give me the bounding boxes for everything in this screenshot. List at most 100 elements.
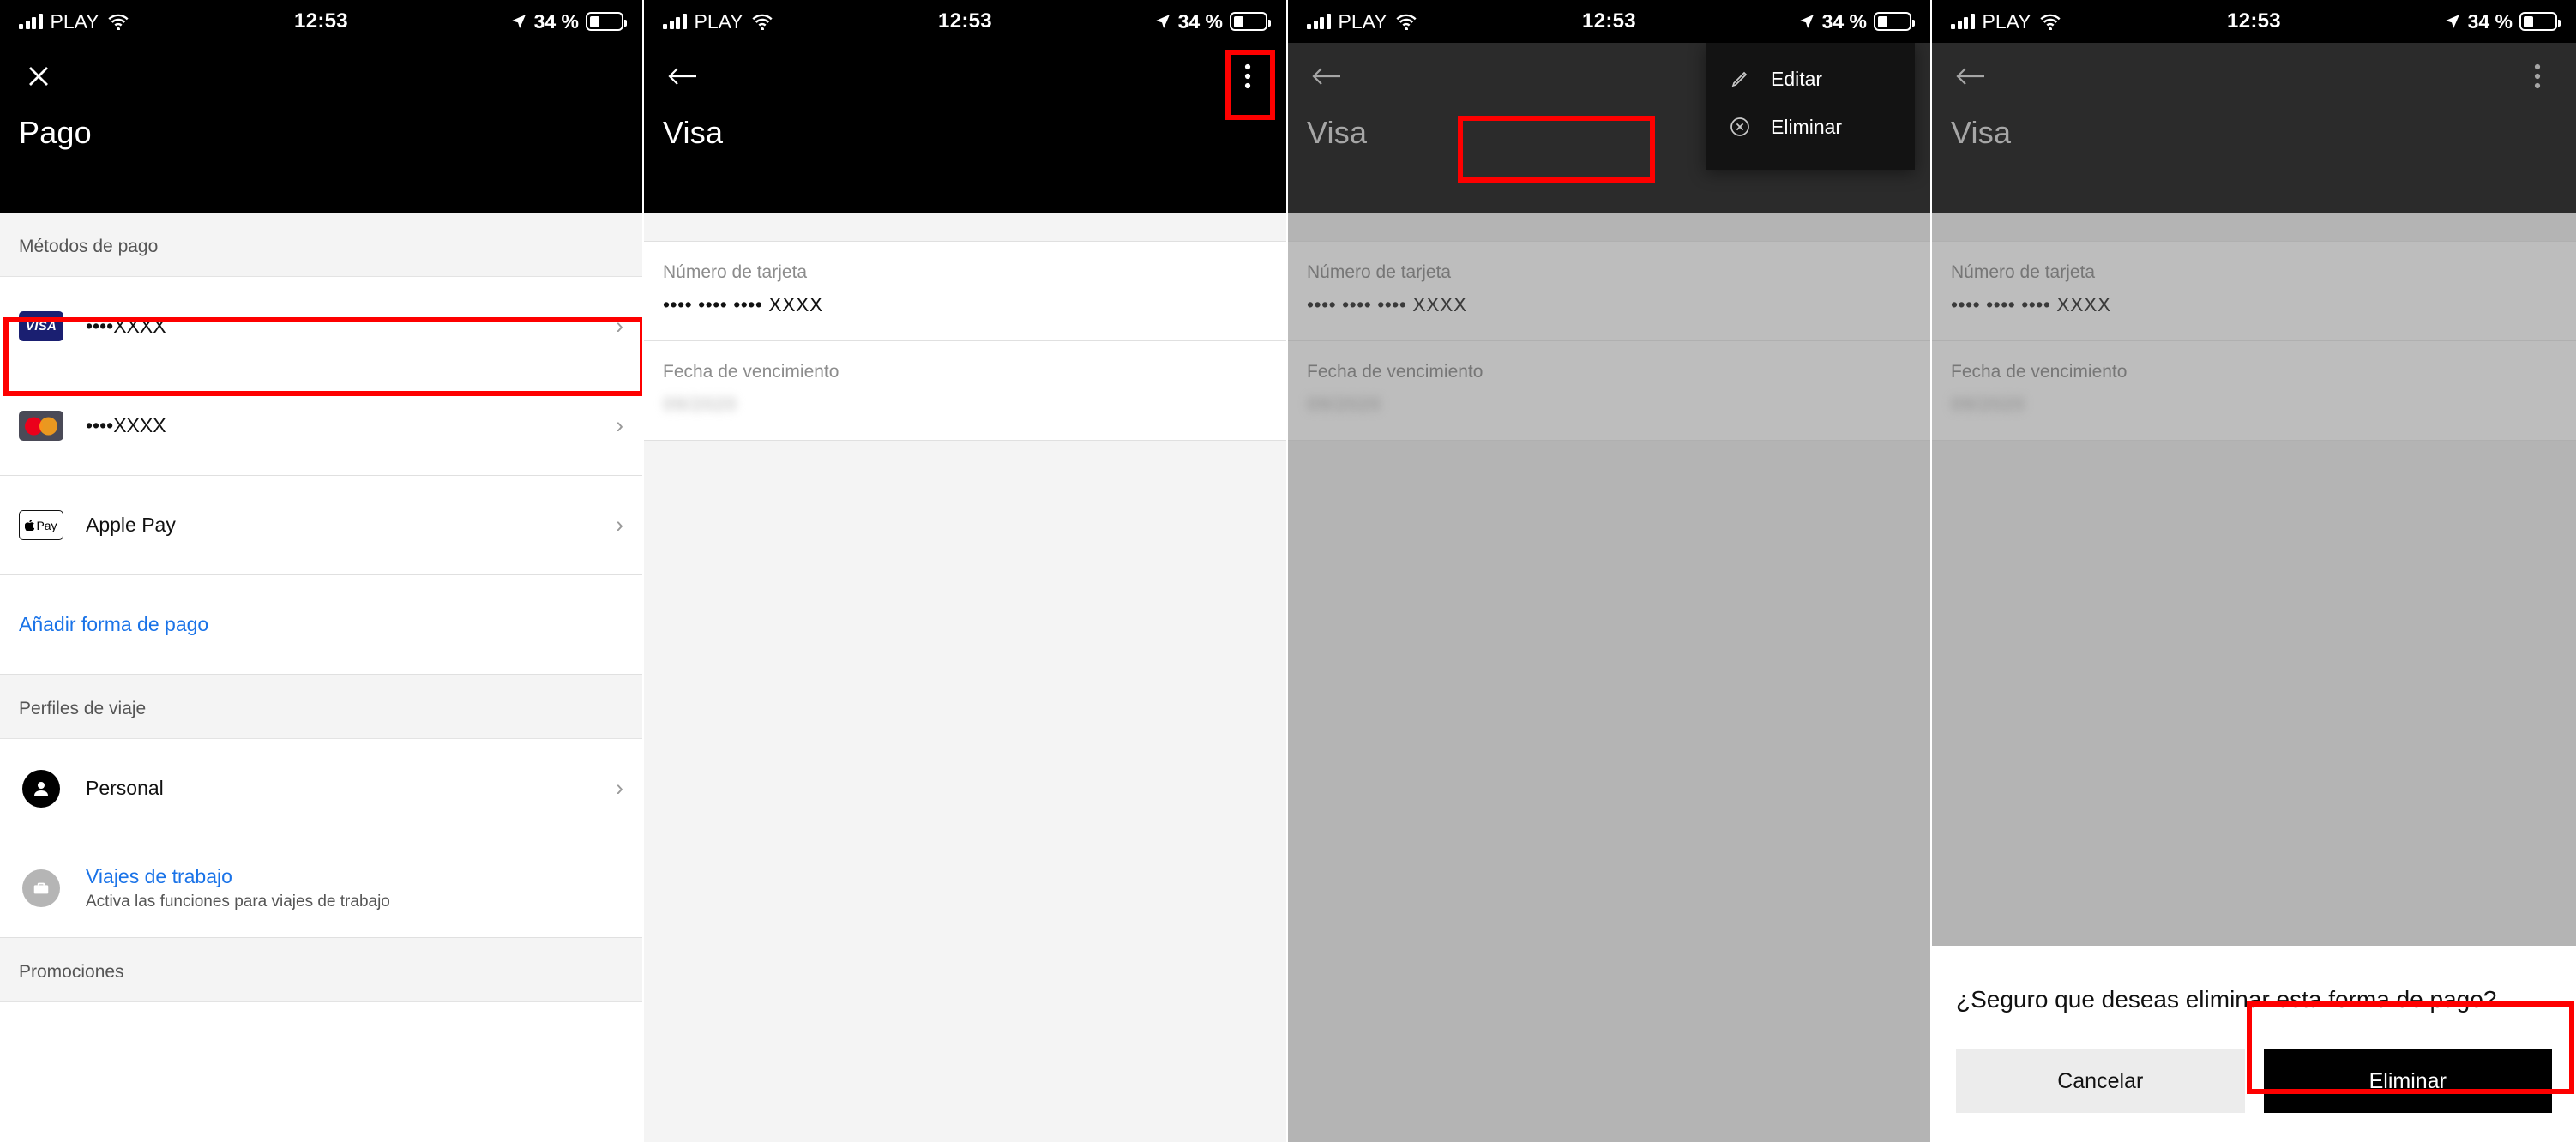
location-arrow-icon xyxy=(1799,15,1814,28)
status-bar-right: 34 % xyxy=(1798,9,1915,33)
battery-percent-label: 34 % xyxy=(533,9,579,33)
payment-method-label: ••••XXXX xyxy=(86,414,166,436)
field-label: Fecha de vencimiento xyxy=(1951,362,2128,382)
person-avatar-icon xyxy=(19,769,63,808)
section-header-travel-profiles: Perfiles de viaje xyxy=(0,675,642,739)
field-top-gap xyxy=(1932,213,2576,242)
panel-card-detail-menu-open: PLAY 12:53 34 % Visa Número de tarjeta •… xyxy=(1288,0,1932,1142)
field-expiry-date[interactable]: Fecha de vencimiento 09/2020 xyxy=(1288,340,1930,441)
chevron-right-icon: › xyxy=(616,775,623,801)
panel-payment-list: PLAY 12:53 34 % Pago Métodos de pago VIS… xyxy=(0,0,644,1142)
page-title: Pago xyxy=(19,115,92,150)
chevron-right-icon: › xyxy=(616,512,623,538)
menu-item-label: Editar xyxy=(1771,67,1823,90)
menu-item-delete[interactable]: Eliminar xyxy=(1706,103,1915,151)
battery-icon xyxy=(1230,12,1271,31)
menu-item-edit[interactable]: Editar xyxy=(1706,55,1915,103)
apple-pay-text: Pay xyxy=(36,518,57,532)
field-value: 09/2020 xyxy=(663,393,737,415)
field-label: Número de tarjeta xyxy=(663,262,808,282)
add-payment-method-button[interactable]: Añadir forma de pago xyxy=(0,575,642,675)
payment-method-label: ••••XXXX xyxy=(86,315,166,337)
back-arrow-icon[interactable] xyxy=(1307,57,1346,96)
field-label: Fecha de vencimiento xyxy=(1307,362,1484,382)
page-title: Visa xyxy=(663,115,724,150)
panel-card-detail: PLAY 12:53 34 % Visa Número de tarjeta •… xyxy=(644,0,1288,1142)
nav-bar: Pago xyxy=(0,43,642,213)
detail-empty-area xyxy=(1288,441,1930,1142)
visa-mark-label: VISA xyxy=(19,311,63,341)
screenshot-series: PLAY 12:53 34 % Pago Métodos de pago VIS… xyxy=(0,0,2576,1142)
section-header-payment-methods: Métodos de pago xyxy=(0,213,642,277)
location-arrow-icon xyxy=(1155,15,1170,28)
dialog-message: ¿Seguro que deseas eliminar esta forma d… xyxy=(1956,985,2497,1013)
field-top-gap xyxy=(1288,213,1930,242)
mastercard-card-icon xyxy=(19,411,63,442)
delete-circle-icon xyxy=(1728,115,1752,139)
back-arrow-icon[interactable] xyxy=(663,57,702,96)
nav-bar: Visa xyxy=(1932,43,2576,213)
nav-top-row xyxy=(19,43,623,110)
field-top-gap xyxy=(644,213,1286,242)
status-bar: PLAY 12:53 34 % xyxy=(0,0,642,43)
field-card-number[interactable]: Número de tarjeta •••• •••• •••• XXXX xyxy=(1932,241,2576,341)
status-bar: PLAY 12:53 34 % xyxy=(1288,0,1930,43)
payment-method-row-apple-pay[interactable]: Pay Apple Pay › xyxy=(0,476,642,575)
field-value: 09/2020 xyxy=(1307,393,1381,415)
payment-method-row-visa[interactable]: VISA ••••XXXX › xyxy=(0,277,642,376)
payment-method-row-mastercard[interactable]: ••••XXXX › xyxy=(0,376,642,476)
nav-top-row xyxy=(1951,43,2557,110)
travel-profile-row-personal[interactable]: Personal › xyxy=(0,739,642,838)
travel-profile-label: Viajes de trabajo xyxy=(86,864,232,887)
more-vertical-icon[interactable] xyxy=(2518,57,2557,96)
location-arrow-icon xyxy=(511,15,526,28)
battery-icon xyxy=(586,12,627,31)
delete-confirmation-dialog: ¿Seguro que deseas eliminar esta forma d… xyxy=(1932,945,2576,1142)
field-label: Número de tarjeta xyxy=(1951,262,2096,282)
cancel-button[interactable]: Cancelar xyxy=(1956,1049,2245,1113)
briefcase-avatar-icon xyxy=(19,869,63,907)
battery-icon xyxy=(2519,12,2561,31)
visa-card-icon: VISA xyxy=(19,311,63,342)
field-value: •••• •••• •••• XXXX xyxy=(1951,293,2111,316)
field-card-number[interactable]: Número de tarjeta •••• •••• •••• XXXX xyxy=(644,241,1286,341)
field-expiry-date[interactable]: Fecha de vencimiento 09/2020 xyxy=(1932,340,2576,441)
pencil-edit-icon xyxy=(1728,67,1752,91)
location-arrow-icon xyxy=(2445,15,2459,28)
field-expiry-date[interactable]: Fecha de vencimiento 09/2020 xyxy=(644,340,1286,441)
status-bar: PLAY 12:53 34 % xyxy=(644,0,1286,43)
card-detail-body: Número de tarjeta •••• •••• •••• XXXX Fe… xyxy=(644,213,1286,1142)
field-value: •••• •••• •••• XXXX xyxy=(1307,293,1467,316)
nav-top-row xyxy=(663,43,1267,110)
travel-profile-sublabel: Activa las funciones para viajes de trab… xyxy=(86,892,390,911)
detail-empty-area xyxy=(644,441,1286,1142)
nav-bar: Visa xyxy=(644,43,1286,213)
field-value: 09/2020 xyxy=(1951,393,2025,415)
travel-profile-label: Personal xyxy=(86,777,164,799)
field-card-number[interactable]: Número de tarjeta •••• •••• •••• XXXX xyxy=(1288,241,1930,341)
payment-method-label: Apple Pay xyxy=(86,514,176,536)
status-bar-right: 34 % xyxy=(510,9,627,33)
delete-button[interactable]: Eliminar xyxy=(2263,1049,2552,1113)
field-value: •••• •••• •••• XXXX xyxy=(663,293,823,316)
battery-percent-label: 34 % xyxy=(1177,9,1223,33)
status-bar: PLAY 12:53 34 % xyxy=(1932,0,2576,43)
status-bar-right: 34 % xyxy=(2444,9,2561,33)
travel-profile-text: Viajes de trabajo Activa las funciones p… xyxy=(86,865,623,911)
more-vertical-icon[interactable] xyxy=(1228,57,1267,96)
back-arrow-icon[interactable] xyxy=(1951,57,1990,96)
dialog-actions: Cancelar Eliminar xyxy=(1956,1049,2552,1113)
field-label: Fecha de vencimiento xyxy=(663,362,840,382)
panel-delete-confirmation: PLAY 12:53 34 % Visa Número de tarjeta •… xyxy=(1932,0,2576,1142)
field-label: Número de tarjeta xyxy=(1307,262,1452,282)
battery-percent-label: 34 % xyxy=(2467,9,2513,33)
chevron-right-icon: › xyxy=(616,412,623,438)
status-bar-right: 34 % xyxy=(1154,9,1271,33)
close-icon[interactable] xyxy=(19,57,58,96)
card-detail-body: Número de tarjeta •••• •••• •••• XXXX Fe… xyxy=(1288,213,1930,1142)
battery-icon xyxy=(1874,12,1915,31)
travel-profile-row-business[interactable]: Viajes de trabajo Activa las funciones p… xyxy=(0,838,642,938)
chevron-right-icon: › xyxy=(616,313,623,339)
page-title: Visa xyxy=(1951,115,2012,150)
battery-percent-label: 34 % xyxy=(1821,9,1867,33)
